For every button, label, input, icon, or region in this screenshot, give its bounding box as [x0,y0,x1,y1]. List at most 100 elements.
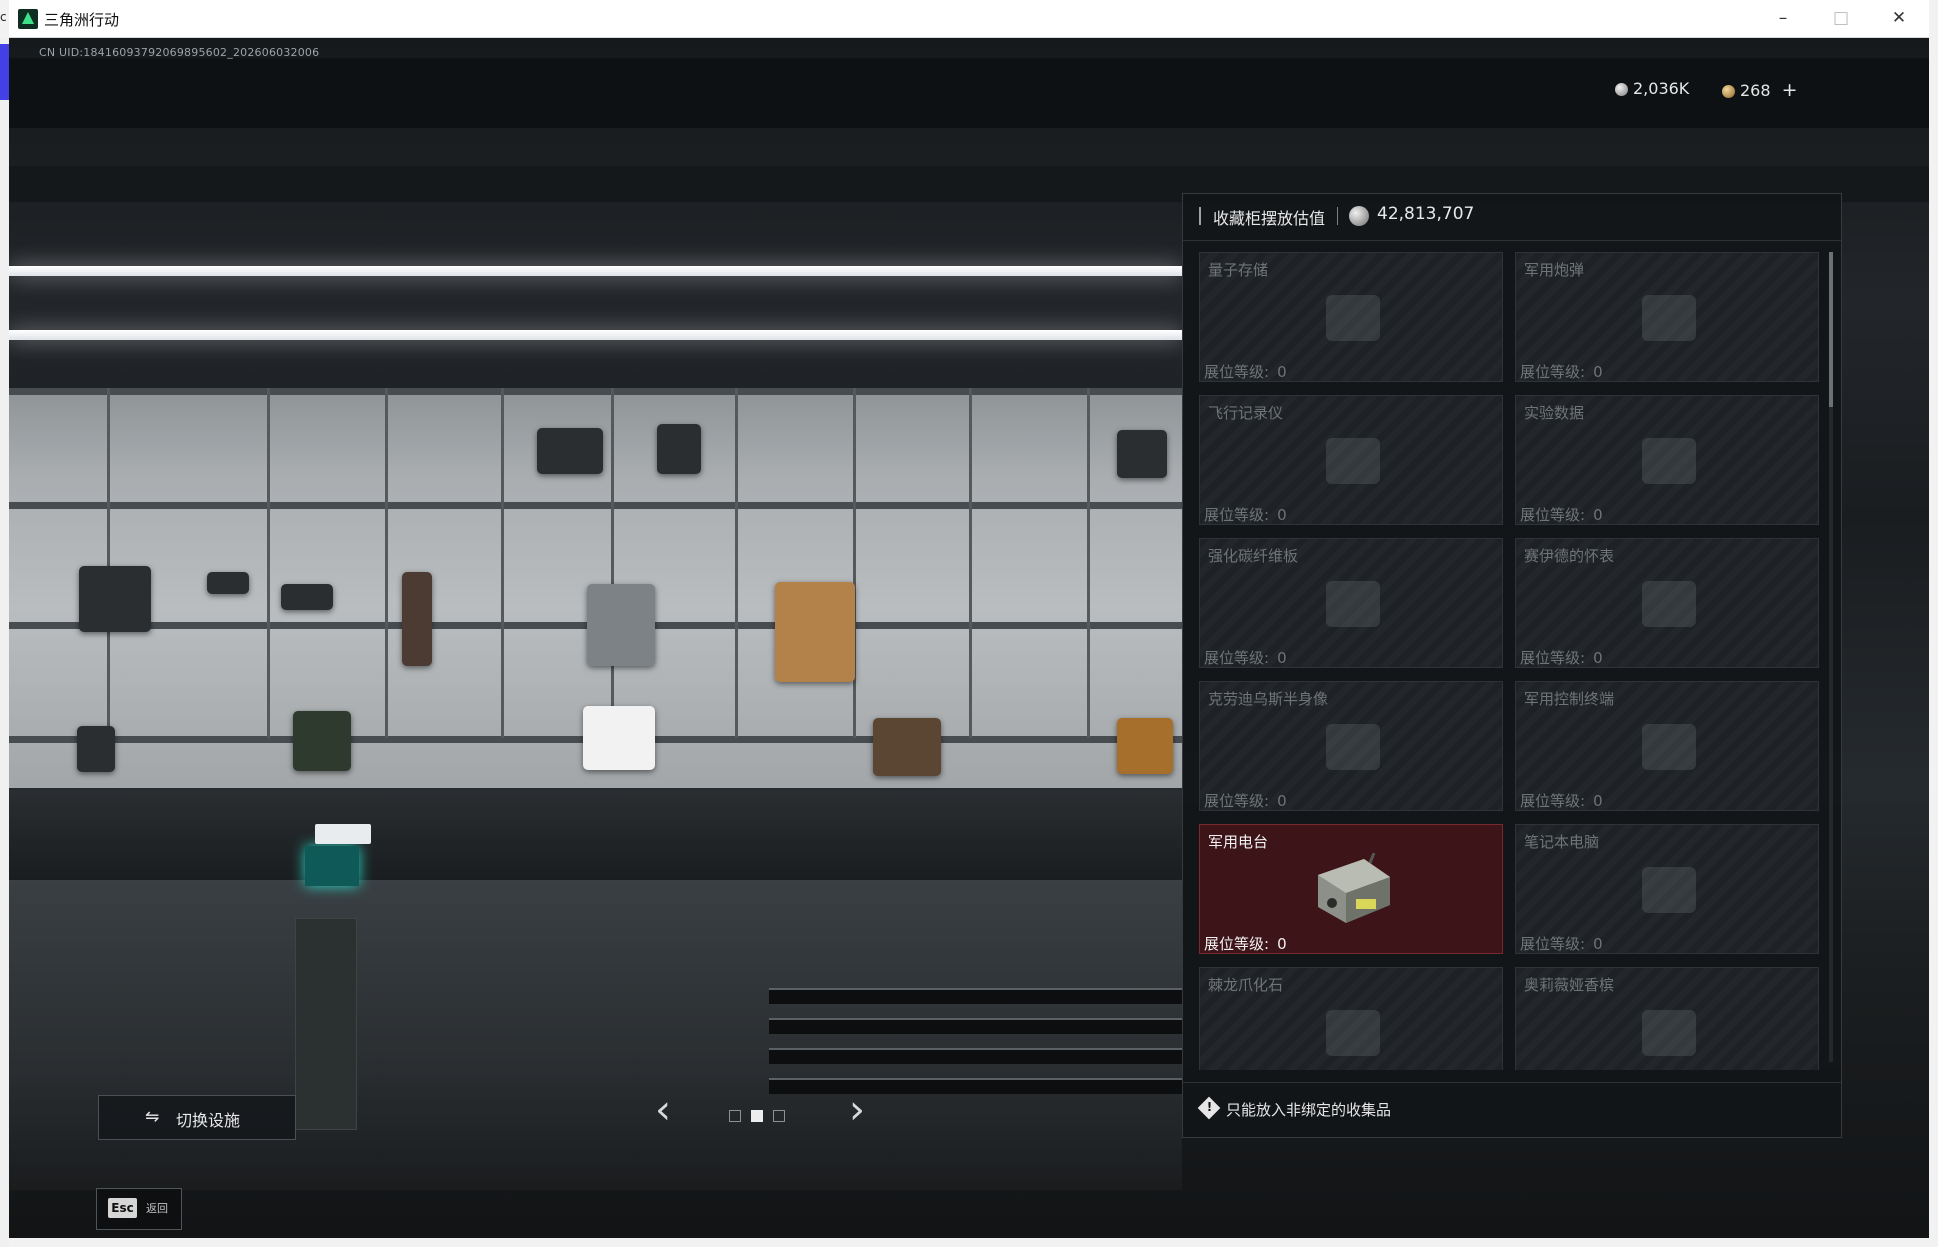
prev-page-arrow[interactable]: ‹ [655,1090,671,1130]
ceiling-light [9,330,1182,340]
app-logo-icon [18,9,38,29]
collection-slot[interactable]: 克劳迪乌斯半身像展位等级: 0 [1199,681,1503,811]
stair-step [769,1048,1182,1064]
stair-step [769,1018,1182,1034]
slot-name: 奥莉薇娅香槟 [1524,976,1615,994]
page-dot[interactable] [773,1110,785,1122]
exhibit-projector[interactable] [1117,430,1167,478]
exhibit-device[interactable] [207,572,249,594]
header-accent [1199,207,1201,225]
switch-facility-button[interactable]: ⇋ 切换设施 [98,1095,296,1140]
switch-icon: ⇋ [145,1107,160,1127]
next-page-arrow[interactable]: › [849,1090,865,1130]
slot-level: 展位等级: 0 [1204,790,1287,811]
collection-slot[interactable]: 棘龙爪化石展位等级:0 [1199,967,1503,1070]
slot-name: 棘龙爪化石 [1208,976,1284,994]
silver-currency: 2,036K [1615,79,1689,98]
slot-level: 展位等级: 0 [1204,504,1287,525]
edge-text-fragment: c [0,10,7,24]
floor [9,880,1182,1190]
exhibit-battery-pack[interactable] [775,582,855,682]
back-label: 返回 [146,1202,168,1215]
exhibit-radio[interactable] [77,726,115,772]
ceiling-light [9,266,1182,276]
slot-level-label: 展位等级: [1204,649,1270,667]
facility-terminal[interactable] [295,918,357,1130]
collection-slot[interactable]: 军用电台展位等级: 0 [1199,824,1503,954]
exhibit-camera[interactable] [281,584,333,610]
exhibit-drone[interactable] [537,428,603,474]
scroll-thumb[interactable] [1829,252,1833,407]
terminal-icon [1628,710,1710,784]
slot-level-value: 0 [1593,792,1603,810]
esc-key: Esc [108,1198,137,1218]
collection-value: 42,813,707 [1377,204,1475,224]
panel-header: 收藏柜摆放估值 42,813,707 [1183,194,1841,241]
collection-slot[interactable]: 军用炮弹 展位等级: 0 [1515,252,1819,382]
minimize-button[interactable]: – [1761,3,1805,33]
exhibit-case[interactable] [293,711,351,771]
slot-name: 赛伊德的怀表 [1524,547,1615,565]
slot-level-label: 展位等级: [1520,649,1586,667]
flight-recorder-icon [1312,424,1394,498]
page-dot[interactable] [729,1110,741,1122]
slot-level-value: 0 [1277,649,1287,667]
shelf-divider [267,388,270,738]
champagne-icon [1628,996,1710,1070]
fossil-icon [1312,996,1394,1070]
header-separator [1337,207,1338,225]
collection-slot[interactable]: 飞行记录仪展位等级: 0 [1199,395,1503,525]
collection-slot[interactable]: 赛伊德的怀表 展位等级: 0 [1515,538,1819,668]
page-dot[interactable] [751,1110,763,1122]
slot-level-value: 0 [1593,506,1603,524]
exhibit-painting[interactable] [1117,718,1173,774]
slot-name: 飞行记录仪 [1208,404,1284,422]
scrollbar[interactable] [1829,252,1833,1062]
stair-step [769,1078,1182,1094]
slot-level-label: 展位等级: [1520,935,1586,953]
disc-icon [1628,424,1710,498]
pocket-watch-icon [1628,567,1710,641]
shelf-divider [611,388,614,738]
gold-coin-icon [1722,85,1735,98]
exhibit-backpack[interactable] [657,424,701,474]
display-shelf-wall [9,388,1182,788]
collection-slot[interactable]: 实验数据展位等级: 0 [1515,395,1819,525]
slot-name: 军用控制终端 [1524,690,1615,708]
slot-level-label: 展位等级: [1520,792,1586,810]
back-button[interactable]: Esc 返回 [96,1188,182,1230]
slot-level-value: 0 [1277,935,1287,953]
maximize-button[interactable]: □ [1819,3,1863,33]
coin-icon [1349,206,1369,226]
exhibit-chess-case[interactable] [873,718,941,776]
title-bar[interactable]: 三角洲行动 – □ ✕ [9,0,1929,38]
exhibit-highlight[interactable] [583,706,655,770]
collection-slot[interactable]: 奥莉薇娅香槟展位等级:0 [1515,967,1819,1070]
slot-name: 克劳迪乌斯半身像 [1208,690,1329,708]
panel-footer: ! 只能放入非绑定的收集品 [1183,1082,1841,1138]
silver-coin-icon [1615,83,1628,96]
shelf-divider [853,388,856,738]
exhibit-cleaner[interactable] [402,572,432,666]
slot-level-label: 展位等级: [1520,363,1586,381]
slot-level-value: 0 [1277,792,1287,810]
slot-name: 实验数据 [1524,404,1585,422]
exhibit-robot[interactable] [587,584,655,666]
slot-name: 量子存储 [1208,261,1269,279]
data-card-icon [1312,281,1394,355]
bust-icon [1312,710,1394,784]
slot-name: 军用电台 [1208,833,1269,851]
exhibit-printer[interactable] [79,566,151,632]
collection-slot[interactable]: 量子存储 展位等级: 0 [1199,252,1503,382]
collection-panel: 收藏柜摆放估值 42,813,707 量子存储 展位等级: 0 军用炮弹 展位等级: 0 飞… [1182,193,1842,1138]
close-button[interactable]: ✕ [1877,3,1921,33]
collection-slot[interactable]: 军用控制终端展位等级: 0 [1515,681,1819,811]
slot-level-label: 展位等级: [1204,935,1270,953]
collection-slot[interactable]: 笔记本电脑 展位等级: 0 [1515,824,1819,954]
shelf-divider [1087,388,1090,738]
slot-level: 展位等级: 0 [1520,504,1603,525]
taskbar-accent [0,44,9,100]
collection-slot[interactable]: 强化碳纤维板展位等级: 0 [1199,538,1503,668]
slot-name: 强化碳纤维板 [1208,547,1299,565]
add-currency-button[interactable]: + [1782,79,1798,101]
